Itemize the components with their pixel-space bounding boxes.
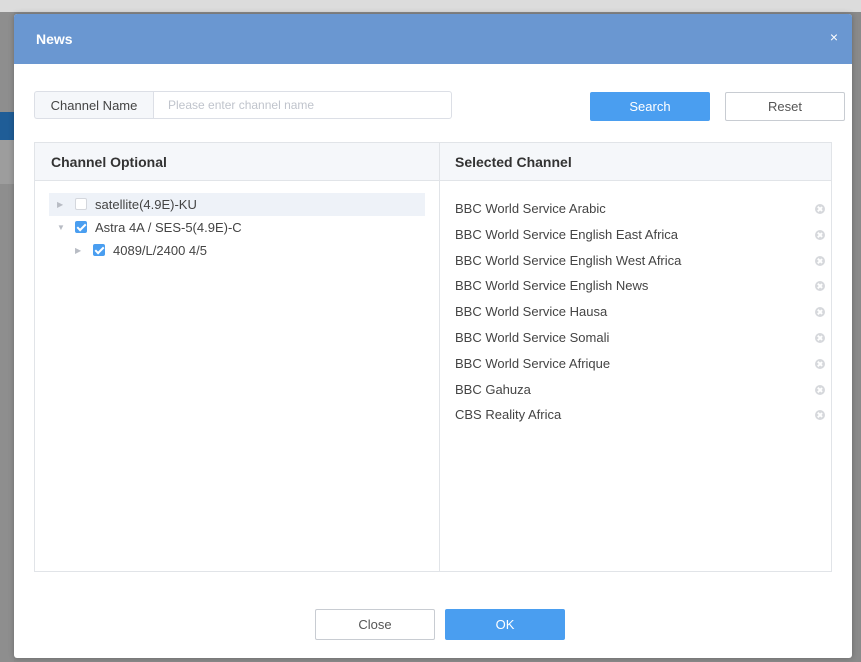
dialog-title: News bbox=[36, 31, 73, 47]
selected-channel-list: BBC World Service Arabic BBC World Servi… bbox=[455, 196, 825, 428]
column-divider bbox=[439, 143, 440, 571]
caret-down-icon[interactable]: ▼ bbox=[57, 216, 65, 239]
channel-transfer-panel: Channel Optional Selected Channel ▶ sate… bbox=[34, 142, 832, 572]
remove-icon[interactable] bbox=[815, 204, 825, 214]
list-item: BBC World Service English West Africa bbox=[455, 248, 825, 274]
channel-name: BBC World Service English News bbox=[455, 278, 649, 294]
channel-name: BBC World Service English East Africa bbox=[455, 226, 679, 242]
caret-right-icon[interactable]: ▶ bbox=[57, 193, 63, 216]
list-item: CBS Reality Africa bbox=[455, 402, 825, 428]
tree-node[interactable]: ▶ satellite(4.9E)-KU bbox=[49, 193, 425, 216]
channel-name: CBS Reality Africa bbox=[455, 407, 562, 423]
channel-name: BBC World Service Somali bbox=[455, 329, 610, 345]
tree-node-label: Astra 4A / SES-5(4.9E)-C bbox=[95, 220, 242, 235]
remove-icon[interactable] bbox=[815, 332, 825, 343]
news-dialog: News × Channel Name Search Reset Channel… bbox=[14, 14, 852, 658]
list-item: BBC World Service English East Africa bbox=[455, 222, 825, 248]
list-item: BBC World Service Somali bbox=[455, 325, 825, 351]
list-item: BBC World Service Arabic bbox=[455, 196, 825, 222]
selected-channel-title: Selected Channel bbox=[455, 154, 572, 170]
remove-icon[interactable] bbox=[815, 358, 825, 369]
tree-node[interactable]: ▼ Astra 4A / SES-5(4.9E)-C bbox=[49, 216, 425, 239]
remove-icon[interactable] bbox=[815, 384, 825, 395]
channel-name: BBC Gahuza bbox=[455, 381, 531, 397]
channel-optional-title: Channel Optional bbox=[51, 154, 167, 170]
background-toolbar bbox=[0, 0, 861, 12]
caret-right-icon[interactable]: ▶ bbox=[75, 239, 81, 262]
remove-icon[interactable] bbox=[815, 410, 825, 421]
remove-icon[interactable] bbox=[815, 307, 825, 318]
background-band bbox=[0, 140, 14, 184]
background-sidebar bbox=[0, 12, 14, 662]
channel-tree: ▶ satellite(4.9E)-KU ▼ Astra 4A / SES-5(… bbox=[49, 193, 425, 262]
ok-button[interactable]: OK bbox=[445, 609, 565, 640]
tree-node[interactable]: ▶ 4089/L/2400 4/5 bbox=[49, 239, 425, 262]
channel-name-input[interactable] bbox=[153, 91, 452, 119]
channel-name: BBC World Service Afrique bbox=[455, 355, 611, 371]
close-icon[interactable]: × bbox=[830, 30, 838, 44]
tree-node-label: 4089/L/2400 4/5 bbox=[113, 243, 207, 258]
remove-icon[interactable] bbox=[815, 281, 825, 292]
list-item: BBC Gahuza bbox=[455, 377, 825, 403]
close-button[interactable]: Close bbox=[315, 609, 435, 640]
search-button[interactable]: Search bbox=[590, 92, 710, 121]
channel-name: BBC World Service English West Africa bbox=[455, 252, 682, 268]
background-active-tab bbox=[0, 112, 14, 140]
channel-name-label: Channel Name bbox=[34, 91, 153, 119]
channel-name: BBC World Service Arabic bbox=[455, 201, 606, 216]
dialog-header: News × bbox=[14, 14, 852, 64]
remove-icon[interactable] bbox=[815, 229, 825, 240]
channel-name: BBC World Service Hausa bbox=[455, 304, 608, 320]
tree-node-label: satellite(4.9E)-KU bbox=[95, 197, 197, 212]
panel-header: Channel Optional Selected Channel bbox=[35, 143, 831, 181]
list-item: BBC World Service Hausa bbox=[455, 299, 825, 325]
list-item: BBC World Service English News bbox=[455, 273, 825, 299]
reset-button[interactable]: Reset bbox=[725, 92, 845, 121]
tree-checkbox[interactable] bbox=[93, 244, 105, 256]
list-item: BBC World Service Afrique bbox=[455, 351, 825, 377]
tree-checkbox[interactable] bbox=[75, 198, 87, 210]
remove-icon[interactable] bbox=[815, 255, 825, 266]
tree-checkbox[interactable] bbox=[75, 221, 87, 233]
